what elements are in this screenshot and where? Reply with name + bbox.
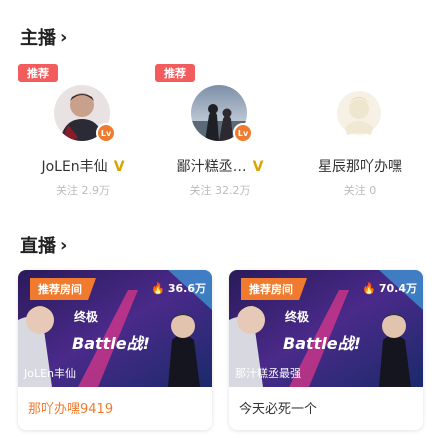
streamer-name: 星辰那吖办嘿 xyxy=(295,156,425,176)
viewer-count-text: 36.6万 xyxy=(167,282,206,295)
follower-count: 关注 0 xyxy=(343,184,377,197)
banner-main-text: Battle战! xyxy=(283,334,361,353)
recommended-room-tag: 推荐房间 xyxy=(241,278,307,300)
thumbnail-streamer-name: JoLEn丰仙 xyxy=(24,367,77,380)
live-room-card[interactable]: 推荐房间 🔥 36.6万 终极 Battle战! JoLEn丰仙 那吖办嘿941… xyxy=(18,270,212,430)
avatar[interactable] xyxy=(331,85,387,141)
live-thumbnail[interactable]: 推荐房间 🔥 36.6万 终极 Battle战! JoLEn丰仙 xyxy=(18,270,212,387)
streamer-name-text: 星辰那吖办嘿 xyxy=(318,159,402,175)
live-title-label: 直播 xyxy=(20,236,56,257)
chevron-right-icon: › xyxy=(60,26,68,48)
live-room-card[interactable]: 推荐房间 🔥 70.4万 终极 Battle战! 那汁糕丞最强 今天必死一个 xyxy=(229,270,423,430)
viewer-count: 🔥 36.6万 xyxy=(151,280,206,296)
streamer-name-text: 鄙汁糕丞… xyxy=(176,159,247,175)
recommend-badge: 推荐 xyxy=(18,64,58,82)
recommended-room-tag: 推荐房间 xyxy=(30,278,96,300)
follower-count: 关注 32.2万 xyxy=(189,184,251,197)
banner-top-text: 终极 xyxy=(285,310,310,324)
banner-main-text: Battle战! xyxy=(72,334,150,353)
live-section-title[interactable]: 直播 › xyxy=(20,232,67,258)
streamer-name: 鄙汁糕丞… V xyxy=(155,156,285,176)
chevron-right-icon: › xyxy=(60,234,68,256)
live-thumbnail[interactable]: 推荐房间 🔥 70.4万 终极 Battle战! 那汁糕丞最强 xyxy=(229,270,423,387)
streamer-name: JoLEn丰仙 V xyxy=(18,156,148,176)
recommend-badge: 推荐 xyxy=(155,64,195,82)
level-icon: Lv xyxy=(233,123,253,143)
thumbnail-streamer-name: 那汁糕丞最强 xyxy=(235,367,301,380)
fire-icon: 🔥 xyxy=(151,281,165,295)
streamer-card[interactable]: 推荐 Lv 鄙汁糕丞… V 关注 32.2万 xyxy=(155,60,285,210)
live-room-title: 那吖办嘿9419 xyxy=(28,402,114,417)
follower-count: 关注 2.9万 xyxy=(56,184,110,197)
live-room-title: 今天必死一个 xyxy=(239,402,318,417)
verified-icon: V xyxy=(113,159,125,175)
level-icon: Lv xyxy=(96,123,116,143)
viewer-count-text: 70.4万 xyxy=(378,282,417,295)
verified-icon: V xyxy=(252,159,264,175)
streamers-section-title[interactable]: 主播 › xyxy=(20,24,67,50)
streamer-card[interactable]: 推荐 Lv JoLEn丰仙 V 关注 2.9万 xyxy=(18,60,148,210)
viewer-count: 🔥 70.4万 xyxy=(362,280,417,296)
streamer-card[interactable]: 星辰那吖办嘿 关注 0 xyxy=(295,60,425,210)
streamer-name-text: JoLEn丰仙 xyxy=(41,159,108,175)
banner-top-text: 终极 xyxy=(74,310,99,324)
fire-icon: 🔥 xyxy=(362,281,376,295)
streamers-title-label: 主播 xyxy=(20,28,56,49)
